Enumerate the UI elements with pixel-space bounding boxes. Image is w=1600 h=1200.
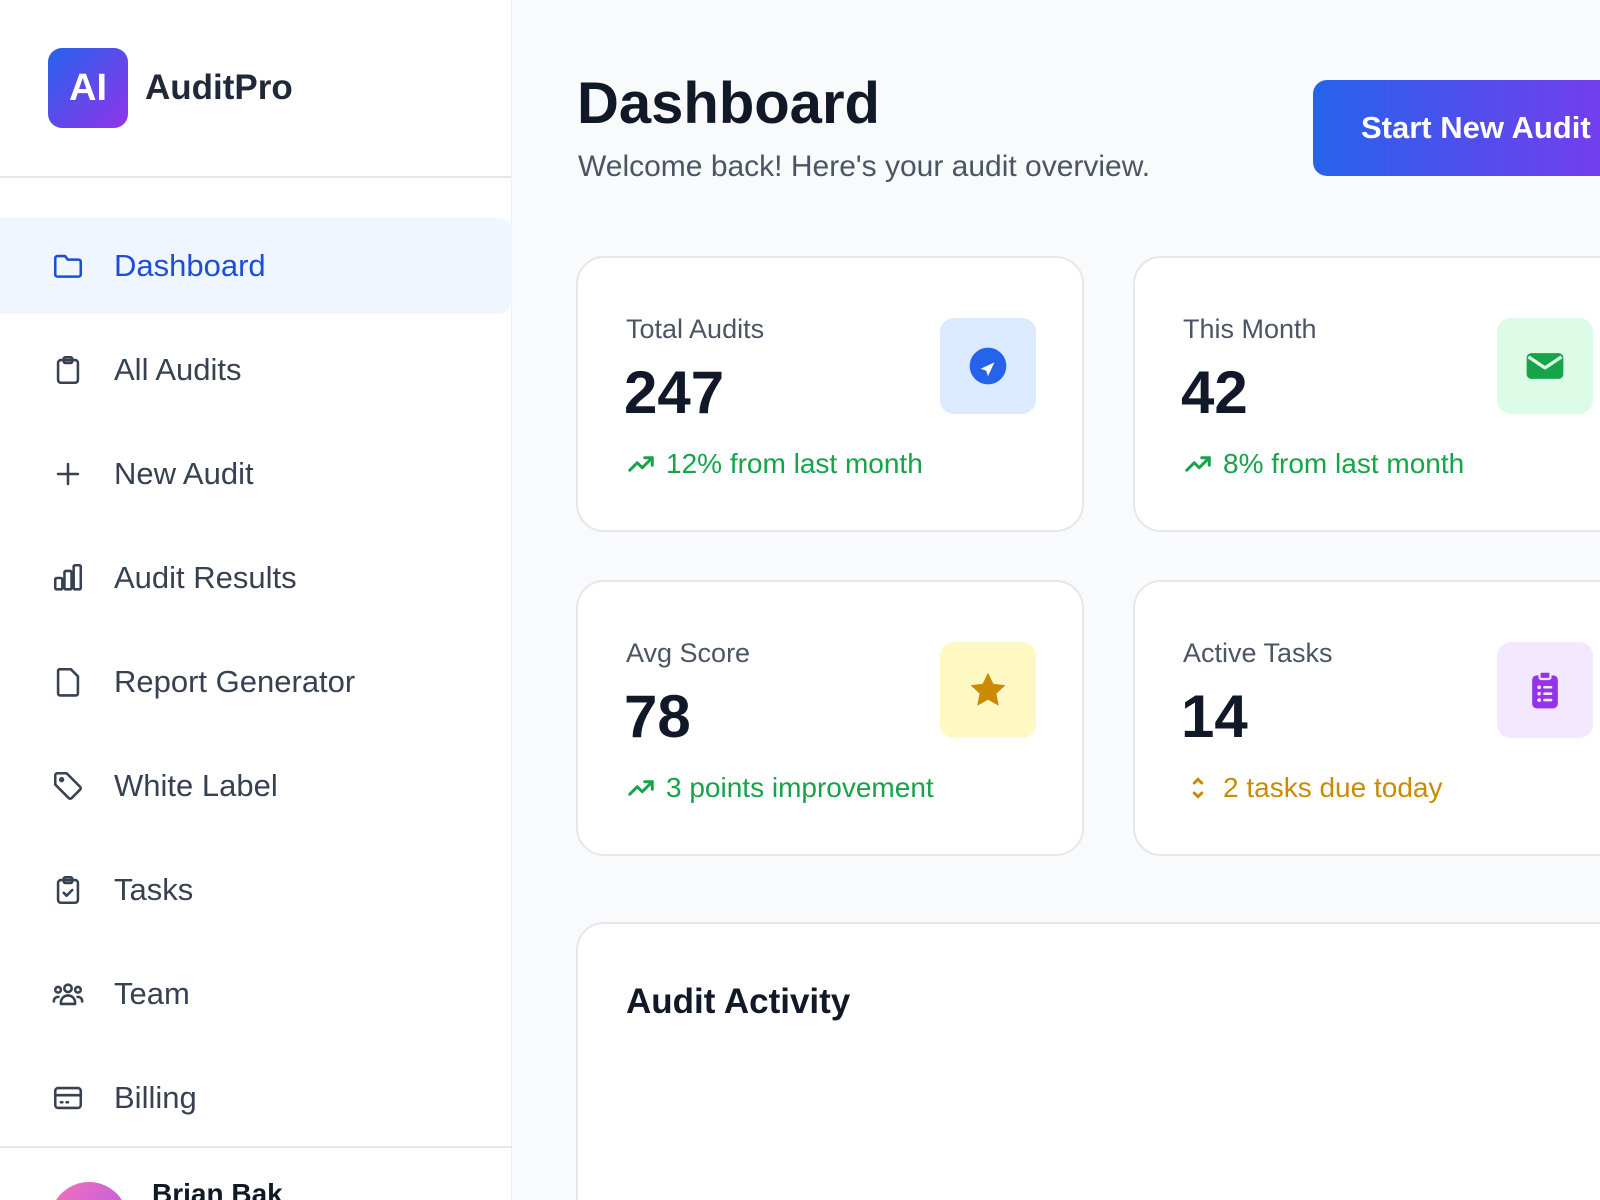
document-icon	[50, 664, 86, 700]
users-icon	[50, 976, 86, 1012]
stat-card-total-audits: Total Audits 247 12% from last month	[576, 256, 1084, 532]
stat-value: 42	[1181, 359, 1248, 426]
credit-card-icon	[50, 1080, 86, 1116]
sidebar-user[interactable]: Brian Bak	[0, 1146, 512, 1200]
stat-label: Total Audits	[626, 314, 765, 344]
compass-icon	[969, 347, 1007, 385]
clipboard-icon	[50, 352, 86, 388]
sidebar-item-white-label[interactable]: White Label	[0, 738, 512, 834]
sidebar-item-label: Team	[114, 976, 190, 1011]
start-new-audit-button[interactable]: Start New Audit	[1313, 80, 1600, 176]
stat-trend: 3 points improvement	[626, 772, 934, 804]
stat-label: Active Tasks	[1183, 638, 1333, 668]
chevron-up-down-icon	[1192, 777, 1204, 799]
brand: AI AuditPro	[0, 0, 511, 178]
stat-card-this-month: This Month 42 8% from last month	[1133, 256, 1600, 532]
stat-trend-text: 3 points improvement	[666, 772, 934, 803]
stat-value: 78	[624, 683, 691, 750]
stat-trend: 12% from last month	[626, 448, 923, 480]
mail-icon	[1526, 353, 1564, 379]
sidebar: AI AuditPro Dashboard All Audits New Aud…	[0, 0, 512, 1200]
tag-icon	[50, 768, 86, 804]
stat-trend-text: 8% from last month	[1223, 448, 1465, 479]
sidebar-item-label: Tasks	[114, 872, 194, 907]
sidebar-item-billing[interactable]: Billing	[0, 1050, 512, 1146]
sidebar-nav: Dashboard All Audits New Audit Audit Res…	[0, 178, 512, 1146]
stat-card-active-tasks: Active Tasks 14 2 tasks due today	[1133, 580, 1600, 856]
stat-label: This Month	[1183, 314, 1317, 344]
stat-value: 247	[624, 359, 725, 426]
folder-icon	[50, 248, 86, 284]
clipboard-list-icon	[1532, 670, 1558, 709]
sidebar-item-label: Billing	[114, 1080, 197, 1115]
stat-card-avg-score: Avg Score 78 3 points improvement	[576, 580, 1084, 856]
trending-up-icon	[1185, 456, 1211, 472]
stat-badge	[940, 642, 1036, 738]
stat-trend-text: 2 tasks due today	[1223, 772, 1443, 803]
sidebar-item-team[interactable]: Team	[0, 946, 512, 1042]
sidebar-item-label: New Audit	[114, 456, 254, 491]
stat-label: Avg Score	[626, 638, 751, 668]
sidebar-item-label: Audit Results	[114, 560, 297, 595]
sidebar-item-audit-results[interactable]: Audit Results	[0, 530, 512, 626]
stat-badge	[1497, 318, 1593, 414]
stat-trend-text: 12% from last month	[666, 448, 923, 479]
stat-trend: 2 tasks due today	[1183, 772, 1442, 804]
sidebar-item-report-generator[interactable]: Report Generator	[0, 634, 512, 730]
clipboard-check-icon	[50, 872, 86, 908]
avatar[interactable]	[50, 1182, 128, 1200]
sidebar-item-label: White Label	[114, 768, 278, 803]
brand-name: AuditPro	[145, 68, 293, 107]
stat-value: 14	[1181, 683, 1248, 750]
stat-badge	[1497, 642, 1593, 738]
sidebar-item-label: All Audits	[114, 352, 242, 387]
app-root: AI AuditPro Dashboard All Audits New Aud…	[0, 0, 1600, 1200]
sidebar-item-dashboard[interactable]: Dashboard	[0, 218, 512, 314]
sidebar-item-tasks[interactable]: Tasks	[0, 842, 512, 938]
audit-activity-panel: Audit Activity	[576, 922, 1600, 1200]
page-subtitle: Welcome back! Here's your audit overview…	[578, 150, 1151, 183]
plus-icon	[50, 456, 86, 492]
audit-activity-title: Audit Activity	[626, 982, 851, 1021]
sidebar-item-new-audit[interactable]: New Audit	[0, 426, 512, 522]
user-name: Brian Bak	[152, 1178, 283, 1200]
sidebar-item-label: Report Generator	[114, 664, 356, 699]
bar-chart-icon	[50, 560, 86, 596]
page-title: Dashboard	[577, 71, 880, 136]
brand-logo[interactable]: AI	[48, 48, 128, 128]
main-content: Dashboard Welcome back! Here's your audi…	[512, 0, 1600, 1200]
stat-badge	[940, 318, 1036, 414]
stat-trend: 8% from last month	[1183, 448, 1464, 480]
star-icon	[970, 672, 1006, 706]
sidebar-item-label: Dashboard	[114, 248, 266, 283]
trending-up-icon	[628, 780, 654, 796]
trending-up-icon	[628, 456, 654, 472]
sidebar-item-all-audits[interactable]: All Audits	[0, 322, 512, 418]
